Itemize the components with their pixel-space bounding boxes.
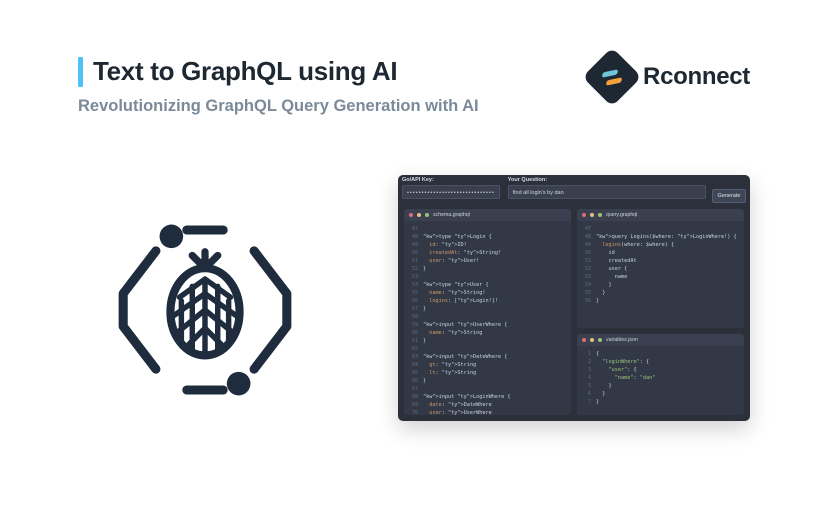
window-dot-yellow-icon bbox=[417, 213, 421, 217]
code-line: 47 bbox=[577, 225, 744, 233]
code-line: 65 lt: "ty">String bbox=[404, 369, 571, 377]
code-line: 61} bbox=[404, 337, 571, 345]
code-line: 6 } bbox=[577, 390, 744, 398]
code-line: 57} bbox=[404, 305, 571, 313]
window-dot-red-icon bbox=[582, 338, 586, 342]
code-line: 4 "name": "dan" bbox=[577, 374, 744, 382]
code-line: 54 } bbox=[577, 281, 744, 289]
api-key-field: Go/API Key: ••••••••••••••••••••••••••••… bbox=[398, 175, 504, 205]
code-line: 2 "loginWhere": { bbox=[577, 358, 744, 366]
code-line: 62 bbox=[404, 345, 571, 353]
title-row: Text to GraphQL using AI bbox=[78, 56, 479, 87]
code-line: 56 logins: ["ty">Login!]! bbox=[404, 297, 571, 305]
code-line: 50 id bbox=[577, 249, 744, 257]
window-dot-red-icon bbox=[582, 213, 586, 217]
app-screenshot-mock: Go/API Key: ••••••••••••••••••••••••••••… bbox=[398, 175, 750, 421]
code-line: 3 "user": { bbox=[577, 366, 744, 374]
code-line: 49 logins(where: $where) { bbox=[577, 241, 744, 249]
page-subtitle: Revolutionizing GraphQL Query Generation… bbox=[78, 97, 479, 116]
app-top-controls: Go/API Key: ••••••••••••••••••••••••••••… bbox=[398, 175, 750, 205]
code-line: 64 gt: "ty">String bbox=[404, 361, 571, 369]
code-line: 7} bbox=[577, 398, 744, 406]
code-line: 53 name bbox=[577, 273, 744, 281]
code-line: 67 bbox=[404, 385, 571, 393]
pane-header: query.graphql bbox=[577, 209, 744, 221]
schema-pane: schema.graphql 4748"kw">type "ty">Login … bbox=[404, 209, 571, 415]
code-line: 47 bbox=[404, 225, 571, 233]
code-line: 70 user: "ty">UserWhere bbox=[404, 409, 571, 415]
pane-header: schema.graphql bbox=[404, 209, 571, 221]
code-line: 58 bbox=[404, 313, 571, 321]
pinecone-graphql-illustration bbox=[105, 210, 305, 410]
question-input[interactable]: find all login's by dan bbox=[508, 185, 706, 199]
query-code: 4748"kw">query Logins($where: "ty">Login… bbox=[577, 221, 744, 328]
question-field: Your Question: find all login's by dan bbox=[504, 175, 710, 205]
code-line: 55 } bbox=[577, 289, 744, 297]
title-block: Text to GraphQL using AI Revolutionizing… bbox=[78, 56, 479, 116]
code-line: 53 bbox=[404, 273, 571, 281]
api-key-input[interactable]: •••••••••••••••••••••••••••••• bbox=[402, 185, 500, 199]
variables-pane-title: variables.json bbox=[606, 337, 638, 343]
code-line: 50 createdAt: "ty">String! bbox=[404, 249, 571, 257]
code-line: 68"kw">input "ty">LoginWhere { bbox=[404, 393, 571, 401]
code-line: 49 id: "ty">ID! bbox=[404, 241, 571, 249]
window-dot-green-icon bbox=[598, 338, 602, 342]
query-pane: query.graphql 4748"kw">query Logins($whe… bbox=[577, 209, 744, 328]
code-line: 55 name: "ty">String! bbox=[404, 289, 571, 297]
code-line: 54"kw">type "ty">User { bbox=[404, 281, 571, 289]
code-line: 51 user: "ty">User! bbox=[404, 257, 571, 265]
title-accent-bar bbox=[78, 57, 83, 87]
brand-icon bbox=[582, 47, 641, 106]
api-key-label: Go/API Key: bbox=[402, 177, 500, 183]
code-line: 48"kw">type "ty">Login { bbox=[404, 233, 571, 241]
code-line: 48"kw">query Logins($where: "ty">LoginWh… bbox=[577, 233, 744, 241]
code-line: 1{ bbox=[577, 350, 744, 358]
code-line: 52} bbox=[404, 265, 571, 273]
code-line: 52 user { bbox=[577, 265, 744, 273]
code-line: 60 name: "ty">String bbox=[404, 329, 571, 337]
window-dot-red-icon bbox=[409, 213, 413, 217]
page-title: Text to GraphQL using AI bbox=[93, 56, 397, 87]
variables-code: 1{2 "loginWhere": {3 "user": {4 "name": … bbox=[577, 346, 744, 415]
code-line: 56} bbox=[577, 297, 744, 305]
code-line: 51 createdAt bbox=[577, 257, 744, 265]
question-label: Your Question: bbox=[508, 177, 706, 183]
pane-header: variables.json bbox=[577, 334, 744, 346]
window-dot-green-icon bbox=[598, 213, 602, 217]
window-dot-yellow-icon bbox=[590, 338, 594, 342]
window-dot-yellow-icon bbox=[590, 213, 594, 217]
variables-pane: variables.json 1{2 "loginWhere": {3 "use… bbox=[577, 334, 744, 415]
code-line: 5 } bbox=[577, 382, 744, 390]
app-body: schema.graphql 4748"kw">type "ty">Login … bbox=[398, 205, 750, 421]
schema-code: 4748"kw">type "ty">Login {49 id: "ty">ID… bbox=[404, 221, 571, 415]
schema-pane-title: schema.graphql bbox=[433, 212, 470, 218]
right-stack: query.graphql 4748"kw">query Logins($whe… bbox=[577, 209, 744, 415]
brand-name: Rconnect bbox=[643, 63, 750, 91]
window-dot-green-icon bbox=[425, 213, 429, 217]
code-line: 69 date: "ty">DateWhere bbox=[404, 401, 571, 409]
code-line: 59"kw">input "ty">UserWhere { bbox=[404, 321, 571, 329]
code-line: 63"kw">input "ty">DateWhere { bbox=[404, 353, 571, 361]
brand: Rconnect bbox=[591, 56, 750, 98]
generate-button[interactable]: Generate bbox=[712, 189, 746, 203]
query-pane-title: query.graphql bbox=[606, 212, 637, 218]
code-line: 66} bbox=[404, 377, 571, 385]
header-row: Text to GraphQL using AI Revolutionizing… bbox=[78, 56, 750, 116]
